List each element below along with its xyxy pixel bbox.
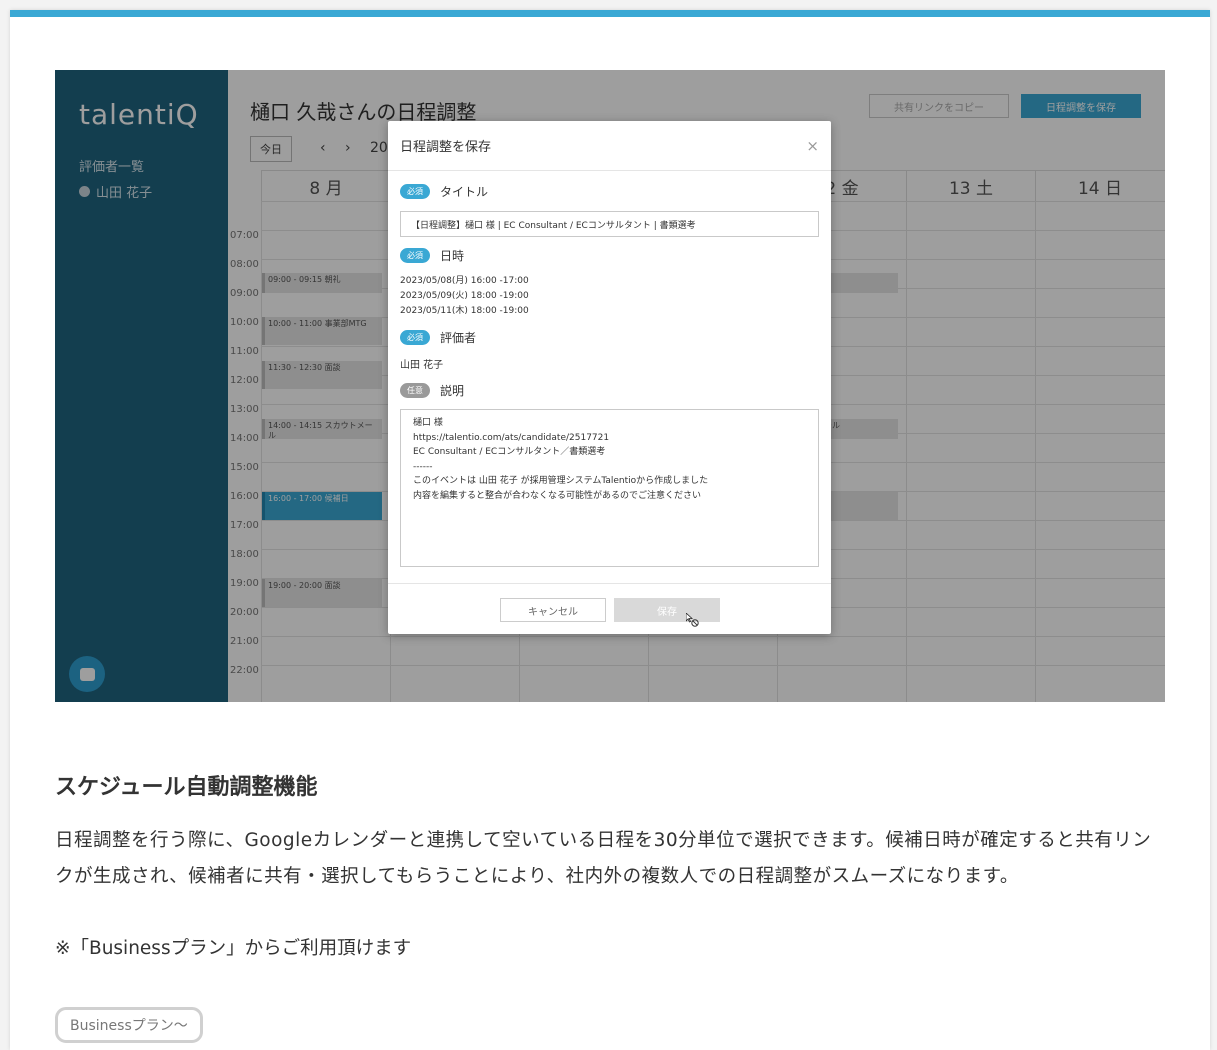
title-input[interactable]: 【日程調整】樋口 様 | EC Consultant / ECコンサルタント |… [400,211,819,237]
cancel-button[interactable]: キャンセル [500,598,606,622]
feature-card: talentiQ 評価者一覧 山田 花子 樋口 久哉さんの日程調整 共有リンクを… [10,10,1210,1050]
datetime-list: 2023/05/08(月) 16:00 -17:00 2023/05/09(火)… [400,274,529,319]
field-label-description: 任意 説明 [400,382,464,399]
field-label-title: 必須 タイトル [400,183,488,200]
field-label-evaluator: 必須 評価者 [400,329,476,346]
field-label-datetime: 必須 日時 [400,247,464,264]
description-textarea[interactable]: 樋口 様 https://talentio.com/ats/candidate/… [400,409,819,567]
feature-description: 日程調整を行う際に、Googleカレンダーと連携して空いている日程を30分単位で… [55,830,1152,887]
required-badge: 必須 [400,184,430,199]
required-badge: 必須 [400,330,430,345]
optional-badge: 任意 [400,383,430,398]
save-schedule-modal: 日程調整を保存 × 必須 タイトル 【日程調整】樋口 様 | EC Consul… [388,121,831,634]
save-button[interactable]: 保存 [614,598,720,622]
evaluator-value: 山田 花子 [400,360,444,371]
datetime-item: 2023/05/11(木) 18:00 -19:00 [400,306,529,316]
modal-title: 日程調整を保存 [388,121,831,171]
datetime-item: 2023/05/09(火) 18:00 -19:00 [400,291,529,301]
modal-footer: キャンセル 保存 [388,583,831,634]
close-icon[interactable]: × [806,137,819,155]
feature-note: ※「Businessプラン」からご利用頂けます [55,938,412,959]
required-badge: 必須 [400,248,430,263]
app-screenshot: talentiQ 評価者一覧 山田 花子 樋口 久哉さんの日程調整 共有リンクを… [55,70,1165,702]
datetime-item: 2023/05/08(月) 16:00 -17:00 [400,276,529,286]
plan-tag: Businessプラン〜 [55,1007,203,1043]
feature-title: スケジュール自動調整機能 [55,775,318,800]
not-allowed-cursor-icon [686,613,699,627]
